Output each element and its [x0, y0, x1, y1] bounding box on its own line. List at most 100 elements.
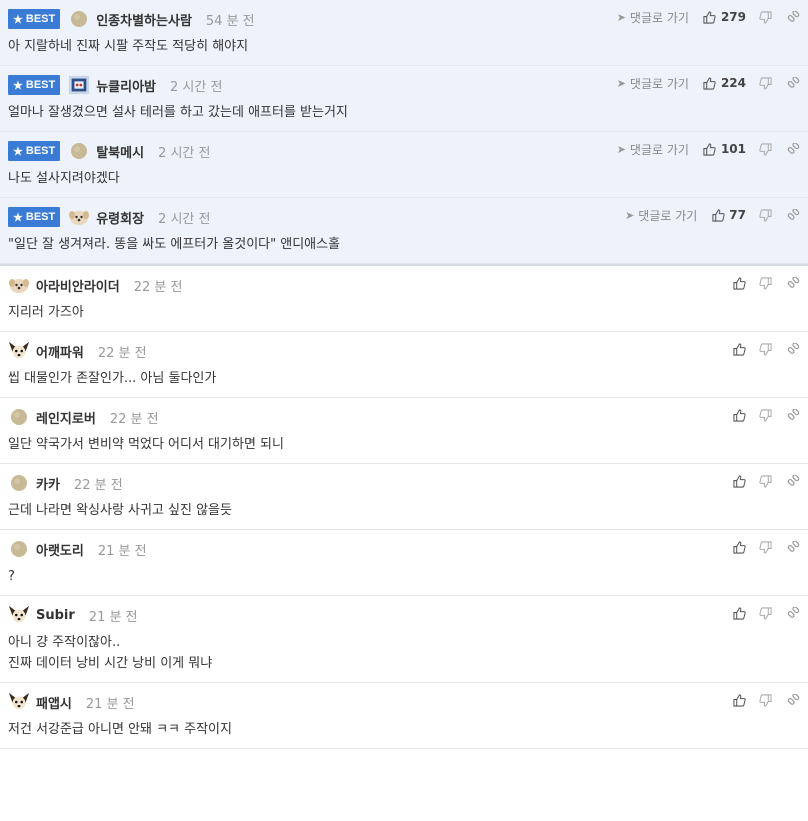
thumbs-up-icon [703, 10, 717, 24]
comment-actions: ➤ 댓글로 가기 224 [617, 74, 800, 92]
go-to-comment-link[interactable]: ➤ 댓글로 가기 [617, 9, 689, 26]
best-badge: ★ BEST [8, 141, 61, 161]
like-button[interactable] [732, 408, 746, 422]
comment-actions [732, 406, 800, 424]
thumbs-down-icon[interactable] [758, 474, 772, 488]
comment-text: 저건 서강준급 아니면 안돼 ㅋㅋ 주작이지 [8, 722, 232, 737]
puppy-avatar[interactable] [68, 206, 90, 228]
comment-text: 씹 대물인가 존잘인가... 아님 둘다인가 [8, 371, 217, 386]
chihuahua-avatar[interactable] [8, 691, 30, 713]
thumbs-up-icon [703, 76, 717, 90]
like-button[interactable] [732, 474, 746, 488]
link-icon[interactable] [786, 342, 800, 356]
round-avatar[interactable] [8, 406, 30, 428]
comment-actions [732, 472, 800, 490]
chihuahua-avatar[interactable] [8, 604, 30, 626]
like-button[interactable]: 224 [703, 76, 746, 90]
thumbs-up-icon [703, 142, 717, 156]
link-icon[interactable] [786, 474, 800, 488]
star-icon: ★ [13, 79, 23, 92]
comment-actions [732, 340, 800, 358]
comment: 카카 22 분 전 근데 나라면 왁싱사랑 사귀고 싶진 않을듯 [0, 464, 808, 530]
author-nickname[interactable]: 인종차별하는사람 [96, 10, 192, 29]
round-avatar[interactable] [68, 8, 90, 30]
thumbs-down-icon[interactable] [758, 276, 772, 290]
star-icon: ★ [13, 211, 23, 224]
thumbs-down-icon[interactable] [758, 408, 772, 422]
author-nickname[interactable]: 아라비안라이더 [36, 276, 120, 295]
comment: 패앱시 21 분 전 저건 서강준급 아니면 안돼 ㅋㅋ 주작이지 [0, 683, 808, 749]
like-count: 77 [729, 208, 746, 222]
arrow-icon: ➤ [616, 76, 626, 90]
comment-header: 아라비안라이더 22 분 전 [8, 266, 800, 296]
comment-time: 2 시간 전 [158, 211, 211, 227]
thumbs-up-icon [732, 342, 746, 356]
round-avatar[interactable] [68, 140, 90, 162]
comment-actions [732, 538, 800, 556]
like-button[interactable] [732, 540, 746, 554]
comment-time: 21 분 전 [88, 609, 138, 625]
comment-time: 54 분 전 [205, 13, 255, 29]
link-icon[interactable] [786, 76, 800, 90]
author-nickname[interactable]: 유령회장 [96, 208, 144, 227]
arrow-icon: ➤ [616, 142, 626, 156]
round-avatar[interactable] [8, 538, 30, 560]
thumbs-down-icon[interactable] [758, 606, 772, 620]
link-icon[interactable] [786, 408, 800, 422]
comment-text: 아니 걍 주작이잖아.. 진짜 데이터 낭비 시간 낭비 이게 뭐냐 [8, 635, 213, 671]
thumbs-down-icon[interactable] [758, 208, 772, 222]
link-icon[interactable] [786, 693, 800, 707]
thumbs-up-icon [711, 208, 725, 222]
like-button[interactable] [732, 693, 746, 707]
comment-time: 22 분 전 [109, 411, 159, 427]
link-icon[interactable] [786, 208, 800, 222]
comment-time: 22 분 전 [133, 279, 183, 295]
author-nickname[interactable]: 뉴클리아밤 [96, 76, 156, 95]
go-to-comment-link[interactable]: ➤ 댓글로 가기 [617, 141, 689, 158]
like-count: 101 [720, 142, 746, 156]
thumbs-down-icon[interactable] [758, 693, 772, 707]
puppy-avatar[interactable] [8, 274, 30, 296]
link-icon[interactable] [786, 606, 800, 620]
link-icon[interactable] [786, 142, 800, 156]
comment-list: ★ BEST 인종차별하는사람 54 분 전 ➤ 댓글로 가기 279 아 지랄하네 진짜 시… [0, 0, 808, 749]
link-icon[interactable] [786, 276, 800, 290]
comment-actions: ➤ 댓글로 가기 101 [617, 140, 800, 158]
author-nickname[interactable]: 탈북메시 [96, 142, 144, 161]
author-nickname[interactable]: Subir [36, 608, 75, 623]
thumbs-up-icon [732, 606, 746, 620]
like-button[interactable]: 77 [711, 208, 746, 222]
link-icon[interactable] [786, 10, 800, 24]
best-badge: ★ BEST [8, 207, 61, 227]
thumbs-down-icon[interactable] [758, 540, 772, 554]
thumbs-down-icon[interactable] [758, 342, 772, 356]
comment: 어깨파워 22 분 전씹 대물인가 존잘인가... 아님 둘다인가 [0, 332, 808, 398]
comment-actions [732, 274, 800, 292]
like-count: 224 [720, 76, 746, 90]
thumbs-down-icon[interactable] [758, 10, 772, 24]
like-button[interactable]: 279 [703, 10, 746, 24]
link-icon[interactable] [786, 540, 800, 554]
author-nickname[interactable]: 레인지로버 [36, 408, 96, 427]
like-button[interactable] [732, 342, 746, 356]
like-button[interactable]: 101 [703, 142, 746, 156]
thumbs-down-icon[interactable] [758, 142, 772, 156]
thumbs-up-icon [732, 474, 746, 488]
thumbs-down-icon[interactable] [758, 76, 772, 90]
go-to-comment-link[interactable]: ➤ 댓글로 가기 [625, 207, 697, 224]
round-avatar[interactable] [8, 472, 30, 494]
best-comment: ★ BEST 인종차별하는사람 54 분 전 ➤ 댓글로 가기 279 아 지랄하네 진짜 시… [0, 0, 808, 66]
like-button[interactable] [732, 276, 746, 290]
robot-avatar[interactable] [68, 74, 90, 96]
comment: 레인지로버 22 분 전 일단 약국가서 변비약 먹었다 어디서 대기하면 되니 [0, 398, 808, 464]
author-nickname[interactable]: 아랫도리 [36, 540, 84, 559]
arrow-icon: ➤ [625, 208, 635, 222]
chihuahua-avatar[interactable] [8, 340, 30, 362]
comment: 아랫도리 21 분 전? [0, 530, 808, 596]
author-nickname[interactable]: 패앱시 [36, 693, 72, 712]
go-to-comment-link[interactable]: ➤ 댓글로 가기 [617, 75, 689, 92]
author-nickname[interactable]: 어깨파워 [36, 342, 84, 361]
comment-time: 22 분 전 [97, 345, 147, 361]
like-button[interactable] [732, 606, 746, 620]
author-nickname[interactable]: 카카 [36, 474, 60, 493]
